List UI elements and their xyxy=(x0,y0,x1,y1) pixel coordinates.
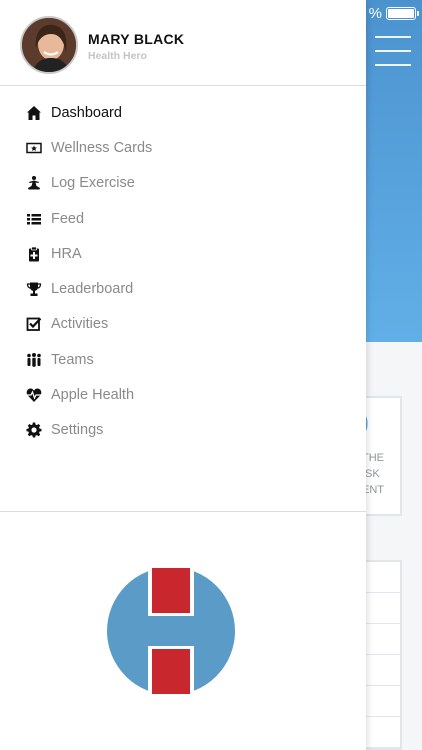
menu-item-teams[interactable]: Teams xyxy=(0,342,366,377)
menu-item-dashboard[interactable]: Dashboard xyxy=(0,95,366,130)
exercise-icon xyxy=(25,174,43,192)
user-role: Health Hero xyxy=(88,50,147,62)
status-bar: % xyxy=(368,5,419,22)
people-icon xyxy=(25,351,43,369)
checkbox-icon xyxy=(25,315,43,333)
menu-item-log-exercise[interactable]: Log Exercise xyxy=(0,166,366,201)
menu-item-leaderboard[interactable]: Leaderboard xyxy=(0,271,366,306)
list-icon xyxy=(25,210,43,228)
navigation-drawer: MARY BLACK Health Hero Dashboard Wellnes… xyxy=(0,0,366,750)
card-icon xyxy=(25,139,43,157)
menu-item-label: Settings xyxy=(51,422,104,439)
avatar[interactable] xyxy=(20,16,78,74)
hamburger-menu-icon[interactable] xyxy=(375,36,411,66)
trophy-icon xyxy=(25,280,43,298)
menu-item-label: HRA xyxy=(51,245,82,262)
heart-pulse-icon xyxy=(25,386,43,404)
menu-item-label: Dashboard xyxy=(51,104,122,121)
menu-item-label: Log Exercise xyxy=(51,175,135,192)
menu-item-label: Activities xyxy=(51,316,109,333)
menu-item-label: Teams xyxy=(51,351,94,368)
battery-icon xyxy=(386,7,419,20)
menu-item-label: Apple Health xyxy=(51,387,135,404)
background-card-text: THE ISK ENT xyxy=(362,452,384,496)
profile-header[interactable]: MARY BLACK Health Hero xyxy=(0,0,366,86)
menu-item-settings[interactable]: Settings xyxy=(0,413,366,448)
menu-item-label: Wellness Cards xyxy=(51,139,153,156)
drawer-divider xyxy=(0,511,366,512)
user-name: MARY BLACK xyxy=(88,31,185,47)
home-icon xyxy=(25,104,43,122)
menu-item-wellness-cards[interactable]: Wellness Cards xyxy=(0,130,366,165)
clipboard-icon xyxy=(25,245,43,263)
app-screen: % 0 THE ISK ENT MARY BLACK Health Hero xyxy=(0,0,422,750)
gear-icon xyxy=(25,421,43,439)
menu-item-feed[interactable]: Feed xyxy=(0,201,366,236)
menu-item-label: Leaderboard xyxy=(51,281,134,298)
menu-item-activities[interactable]: Activities xyxy=(0,307,366,342)
drawer-menu: Dashboard Wellness Cards Log Exercise Fe… xyxy=(0,95,366,448)
menu-item-label: Feed xyxy=(51,210,85,227)
menu-item-hra[interactable]: HRA xyxy=(0,236,366,271)
menu-item-apple-health[interactable]: Apple Health xyxy=(0,377,366,412)
battery-percent: % xyxy=(368,5,382,22)
app-logo xyxy=(106,566,236,696)
